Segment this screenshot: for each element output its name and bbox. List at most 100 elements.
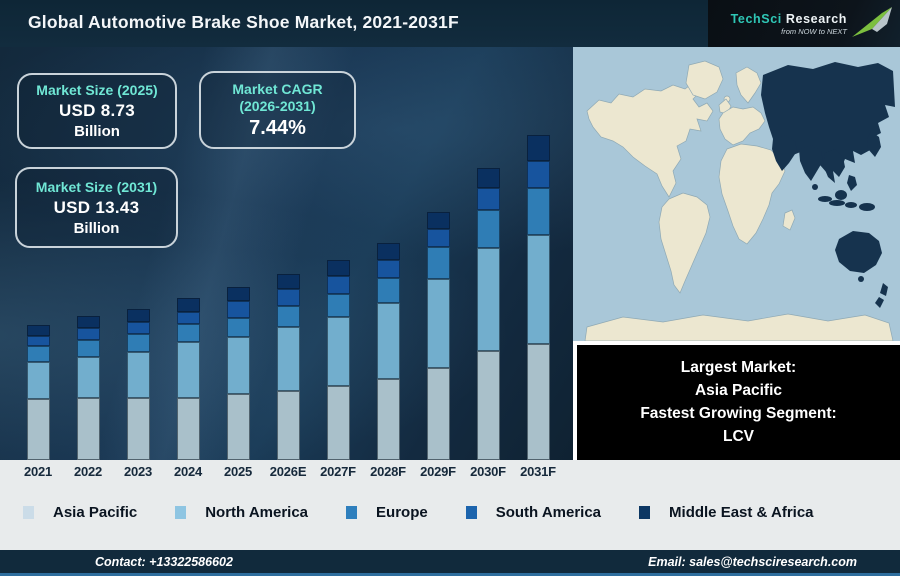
- bar-2021: [27, 325, 50, 460]
- market-size-2031-label: Market Size (2031): [23, 179, 170, 196]
- legend-swatch: [346, 506, 357, 519]
- bar-segment: [377, 243, 400, 260]
- bar-2026E: [277, 274, 300, 460]
- legend-item: Asia Pacific: [23, 504, 137, 521]
- bar-segment: [377, 260, 400, 278]
- legend-label: South America: [496, 504, 601, 521]
- market-size-2025-label: Market Size (2025): [25, 82, 169, 99]
- bar-2031F: [527, 135, 550, 460]
- x-axis-label: 2025: [213, 464, 263, 479]
- logo-brand-primary: TechSci: [731, 12, 782, 26]
- bar-segment: [427, 247, 450, 279]
- legend-swatch: [466, 506, 477, 519]
- axis-and-legend-strip: 202120222023202420252026E2027F2028F2029F…: [0, 460, 900, 550]
- market-size-2025-box: Market Size (2025) USD 8.73 Billion: [17, 73, 177, 149]
- world-map: [573, 47, 900, 341]
- bar-2023: [127, 309, 150, 460]
- bar-segment: [527, 135, 550, 161]
- techsci-logo: TechSci Research from NOW to NEXT: [708, 0, 900, 47]
- legend-label: Asia Pacific: [53, 504, 137, 521]
- market-size-2025-value: USD 8.73: [25, 101, 169, 121]
- market-cagr-label-line1: Market CAGR: [232, 81, 322, 97]
- bar-segment: [277, 327, 300, 391]
- x-axis-label: 2030F: [463, 464, 513, 479]
- bar-segment: [327, 276, 350, 294]
- bar-segment: [27, 399, 50, 460]
- x-axis-label: 2026E: [263, 464, 313, 479]
- bar-segment: [377, 278, 400, 303]
- bar-segment: [277, 274, 300, 289]
- bar-segment: [27, 362, 50, 399]
- bar-segment: [127, 334, 150, 352]
- bar-segment: [327, 386, 350, 460]
- market-cagr-label: Market CAGR (2026-2031): [207, 81, 348, 115]
- logo-tagline: from NOW to NEXT: [781, 27, 847, 36]
- bar-segment: [227, 337, 250, 394]
- bar-2025: [227, 287, 250, 460]
- callout-line-2: Asia Pacific: [577, 379, 900, 402]
- x-axis-label: 2028F: [363, 464, 413, 479]
- x-axis-label: 2031F: [513, 464, 563, 479]
- legend-item: North America: [175, 504, 308, 521]
- market-cagr-label-line2: (2026-2031): [239, 98, 315, 114]
- legend-swatch: [175, 506, 186, 519]
- bar-2024: [177, 298, 200, 460]
- bar-2022: [77, 316, 100, 460]
- bar-segment: [477, 248, 500, 351]
- bar-segment: [427, 229, 450, 247]
- bar-segment: [277, 306, 300, 327]
- bar-segment: [377, 303, 400, 379]
- chart-area: Market Size (2025) USD 8.73 Billion Mark…: [0, 47, 573, 460]
- legend-item: Europe: [346, 504, 428, 521]
- arrow-icon: [852, 7, 892, 41]
- bar-segment: [177, 312, 200, 324]
- right-panel: Largest Market: Asia Pacific Fastest Gro…: [573, 47, 900, 460]
- legend-item: Middle East & Africa: [639, 504, 813, 521]
- bar-segment: [327, 317, 350, 386]
- bar-2028F: [377, 243, 400, 460]
- market-size-2031-unit: Billion: [23, 220, 170, 237]
- header-bar: Global Automotive Brake Shoe Market, 202…: [0, 0, 900, 47]
- bar-segment: [227, 394, 250, 460]
- legend-label: Europe: [376, 504, 428, 521]
- bar-segment: [277, 289, 300, 306]
- bar-segment: [77, 398, 100, 460]
- bar-segment: [427, 279, 450, 368]
- market-cagr-value: 7.44%: [207, 117, 348, 140]
- bar-segment: [477, 168, 500, 188]
- chart-legend: Asia Pacific North America Europe South Ame…: [23, 504, 814, 521]
- legend-swatch: [23, 506, 34, 519]
- bar-segment: [177, 298, 200, 312]
- bar-segment: [27, 336, 50, 346]
- bar-segment: [127, 309, 150, 322]
- logo-text: TechSci Research from NOW to NEXT: [731, 12, 847, 36]
- bar-segment: [427, 368, 450, 460]
- market-infographic: Global Automotive Brake Shoe Market, 202…: [0, 0, 900, 576]
- legend-item: South America: [466, 504, 601, 521]
- legend-label: North America: [205, 504, 308, 521]
- bar-segment: [527, 235, 550, 344]
- callout-line-1: Largest Market:: [577, 356, 900, 379]
- bar-segment: [477, 188, 500, 210]
- bar-segment: [177, 324, 200, 342]
- bar-segment: [77, 340, 100, 357]
- logo-wordmark: TechSci Research: [731, 12, 847, 26]
- bar-segment: [477, 351, 500, 460]
- bar-segment: [377, 379, 400, 460]
- bar-segment: [227, 287, 250, 301]
- bar-2029F: [427, 212, 450, 460]
- market-cagr-box: Market CAGR (2026-2031) 7.44%: [199, 71, 356, 149]
- market-size-2031-box: Market Size (2031) USD 13.43 Billion: [15, 167, 178, 248]
- legend-label: Middle East & Africa: [669, 504, 813, 521]
- legend-swatch: [639, 506, 650, 519]
- bar-segment: [177, 398, 200, 460]
- bar-segment: [77, 328, 100, 340]
- bar-segment: [277, 391, 300, 460]
- x-axis-label: 2023: [113, 464, 163, 479]
- bar-segment: [527, 161, 550, 188]
- bar-segment: [227, 318, 250, 337]
- bar-segment: [527, 188, 550, 235]
- bar-segment: [27, 346, 50, 362]
- bar-segment: [327, 260, 350, 276]
- x-axis-label: 2029F: [413, 464, 463, 479]
